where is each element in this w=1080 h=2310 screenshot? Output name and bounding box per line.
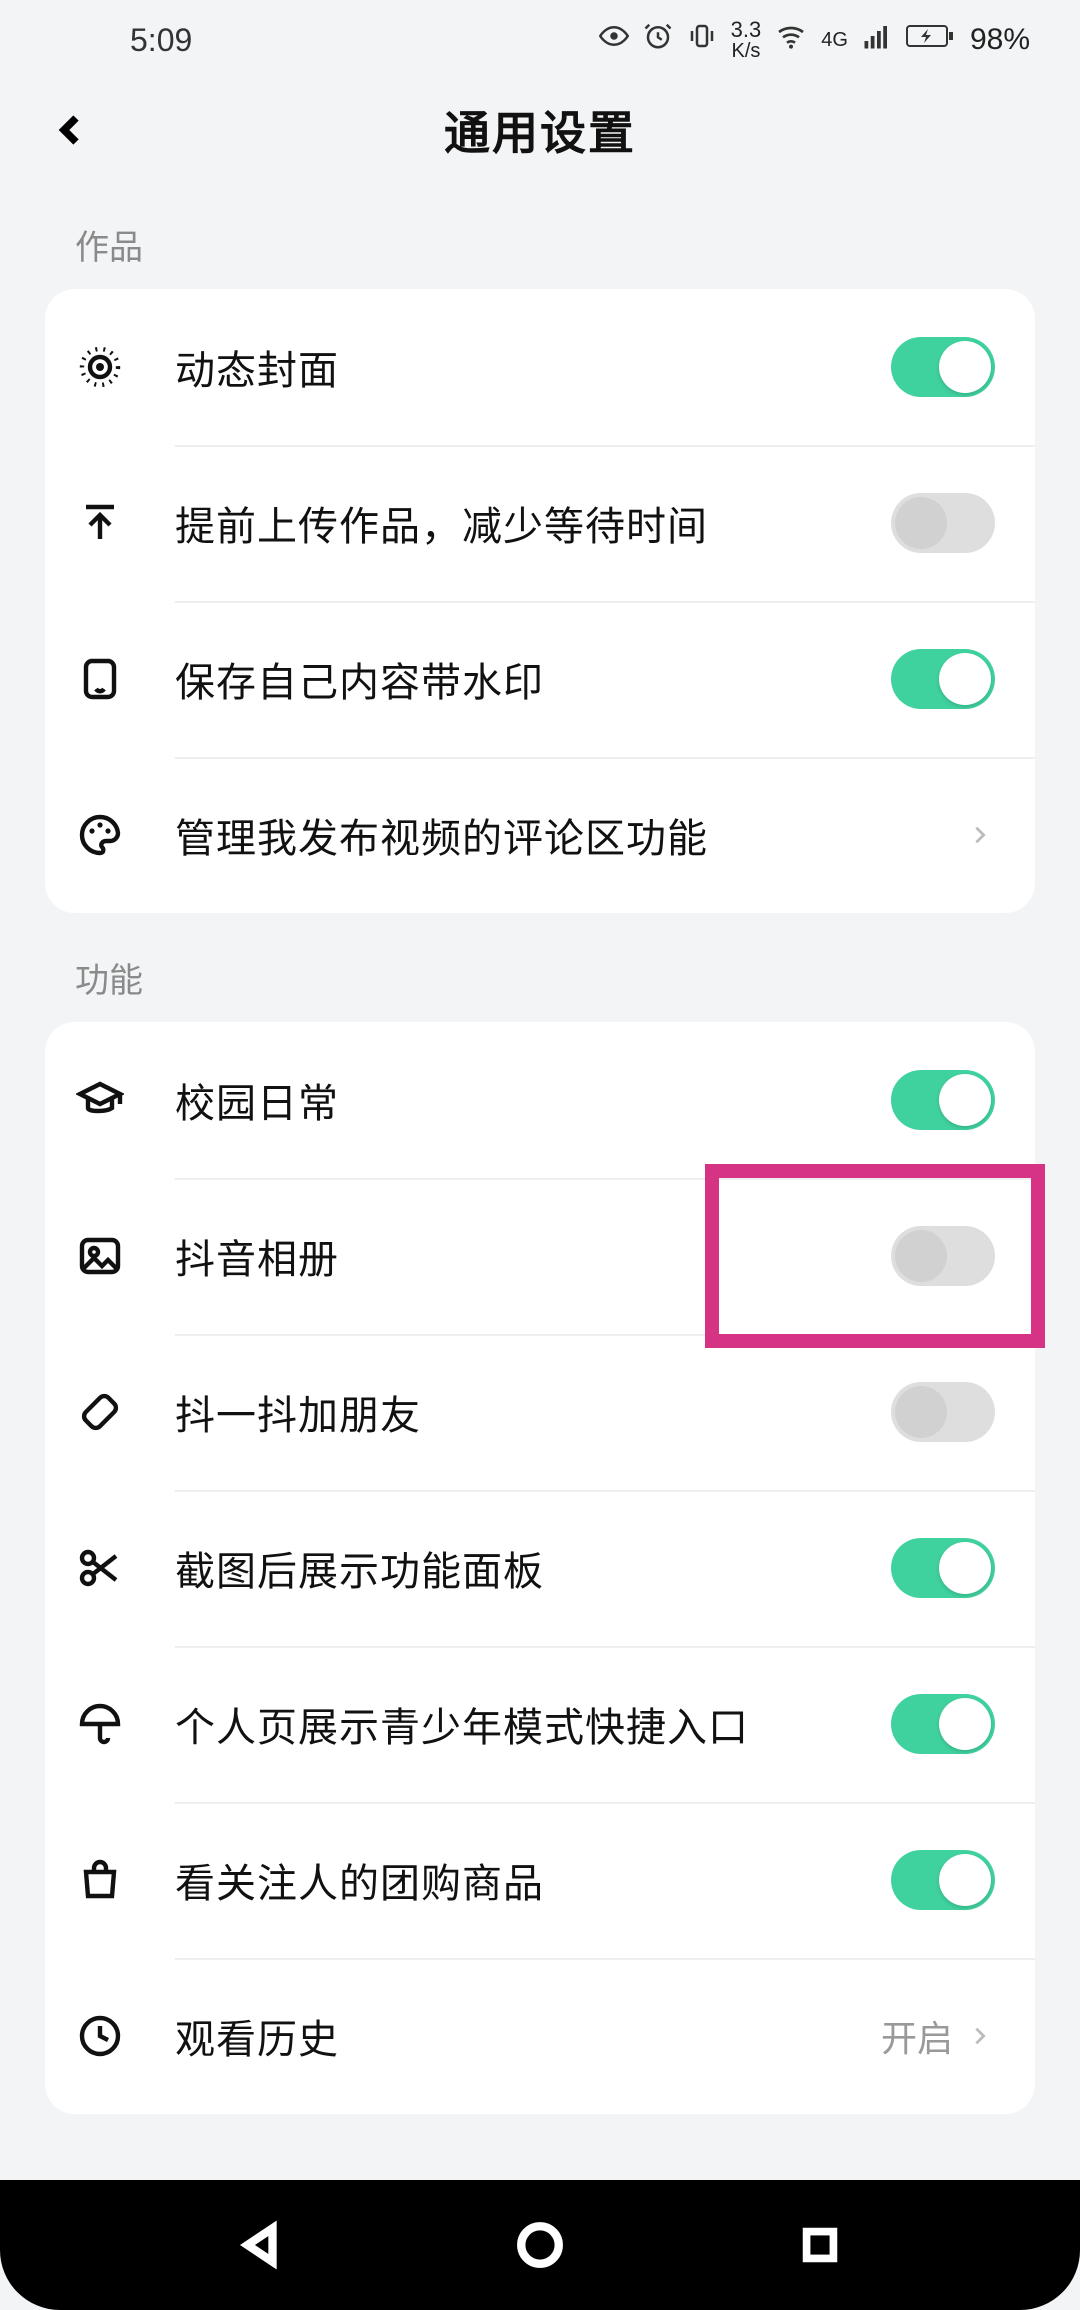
image-icon	[75, 1231, 125, 1281]
vibrate-icon	[687, 21, 717, 59]
status-bar: 5:09 3.3 K/s 4G	[0, 0, 1080, 80]
status-battery-pct: 98%	[970, 23, 1030, 57]
row-teen-shortcut[interactable]: 个人页展示青少年模式快捷入口	[45, 1646, 1035, 1802]
row-label: 抖一抖加朋友	[175, 1383, 891, 1441]
system-nav-bar	[0, 2180, 1080, 2310]
bag-icon	[75, 1855, 125, 1905]
section-card-features: 校园日常 抖音相册 抖一抖加朋友 截图后展示功能面板	[45, 1022, 1035, 2114]
scissors-icon	[75, 1543, 125, 1593]
eye-icon	[599, 21, 629, 59]
wifi-icon	[775, 20, 807, 60]
row-manage-comments[interactable]: 管理我发布视频的评论区功能	[45, 757, 1035, 913]
status-data-rate: 3.3 K/s	[731, 19, 762, 61]
row-label: 截图后展示功能面板	[175, 1539, 891, 1597]
chevron-right-icon	[965, 2021, 995, 2051]
graduation-cap-icon	[75, 1075, 125, 1125]
toggle-pre-upload[interactable]	[891, 493, 995, 553]
nav-home-button[interactable]	[510, 2215, 570, 2275]
clock-icon	[75, 2011, 125, 2061]
toggle-douyin-album[interactable]	[891, 1226, 995, 1286]
row-campus-daily[interactable]: 校园日常	[45, 1022, 1035, 1178]
toggle-dynamic-cover[interactable]	[891, 337, 995, 397]
row-pre-upload[interactable]: 提前上传作品，减少等待时间	[45, 445, 1035, 601]
toggle-shake-friend[interactable]	[891, 1382, 995, 1442]
toggle-screenshot-panel[interactable]	[891, 1538, 995, 1598]
toggle-follow-groupbuy[interactable]	[891, 1850, 995, 1910]
row-dynamic-cover[interactable]: 动态封面	[45, 289, 1035, 445]
row-follow-groupbuy[interactable]: 看关注人的团购商品	[45, 1802, 1035, 1958]
alarm-icon	[643, 21, 673, 59]
section-card-works: 动态封面 提前上传作品，减少等待时间 保存自己内容带水印 管理我发布视频的评论区…	[45, 289, 1035, 913]
page-title: 通用设置	[0, 97, 1080, 163]
upload-icon	[75, 498, 125, 548]
nav-recents-button[interactable]	[790, 2215, 850, 2275]
palette-icon	[75, 810, 125, 860]
chevron-right-icon	[965, 820, 995, 850]
back-button[interactable]	[40, 100, 100, 160]
status-time: 5:09	[130, 22, 192, 59]
row-label: 观看历史	[175, 2007, 881, 2065]
signal-icon	[862, 21, 892, 59]
battery-icon	[906, 23, 956, 57]
row-label: 个人页展示青少年模式快捷入口	[175, 1695, 891, 1753]
row-shake-friend[interactable]: 抖一抖加朋友	[45, 1334, 1035, 1490]
row-label: 提前上传作品，减少等待时间	[175, 494, 891, 552]
toggle-teen-shortcut[interactable]	[891, 1694, 995, 1754]
shake-icon	[75, 1387, 125, 1437]
target-icon	[75, 342, 125, 392]
row-label: 保存自己内容带水印	[175, 650, 891, 708]
section-header-features: 功能	[0, 913, 1080, 1022]
toggle-campus-daily[interactable]	[891, 1070, 995, 1130]
row-value: 开启	[881, 2010, 953, 2062]
row-douyin-album[interactable]: 抖音相册	[45, 1178, 1035, 1334]
umbrella-icon	[75, 1699, 125, 1749]
device-icon	[75, 654, 125, 704]
row-label: 动态封面	[175, 338, 891, 396]
row-label: 校园日常	[175, 1071, 891, 1129]
section-header-works: 作品	[0, 180, 1080, 289]
toggle-save-watermark[interactable]	[891, 649, 995, 709]
page-header: 通用设置	[0, 80, 1080, 180]
row-screenshot-panel[interactable]: 截图后展示功能面板	[45, 1490, 1035, 1646]
row-label: 管理我发布视频的评论区功能	[175, 806, 965, 864]
row-save-watermark[interactable]: 保存自己内容带水印	[45, 601, 1035, 757]
row-label: 看关注人的团购商品	[175, 1851, 891, 1909]
row-watch-history[interactable]: 观看历史 开启	[45, 1958, 1035, 2114]
nav-back-button[interactable]	[230, 2215, 290, 2275]
status-net-label: 4G	[821, 29, 848, 52]
row-label: 抖音相册	[175, 1227, 891, 1285]
